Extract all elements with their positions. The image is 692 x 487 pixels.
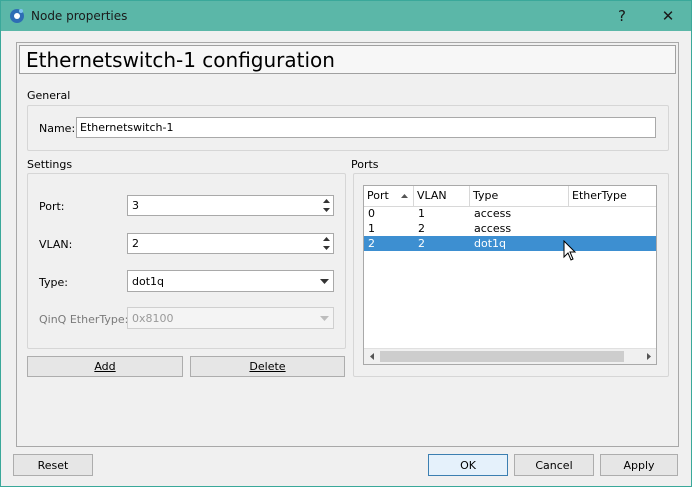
apply-button-label: Apply <box>623 458 655 472</box>
type-combobox[interactable]: dot1q <box>127 270 334 292</box>
general-group-label: General <box>27 89 71 102</box>
ports-table-header: Port VLAN Type EtherType <box>364 186 656 207</box>
apply-button[interactable]: Apply <box>600 454 678 476</box>
column-header-ethertype[interactable]: EtherType <box>569 186 656 206</box>
name-label: Name: <box>39 122 76 135</box>
close-button[interactable]: ✕ <box>645 1 691 31</box>
column-header-label: EtherType <box>572 189 627 202</box>
arrow-right-icon <box>646 353 651 360</box>
chevron-down-icon <box>320 316 329 321</box>
column-header-label: Port <box>367 189 389 202</box>
table-row-selected[interactable]: 2 2 dot1q <box>364 236 656 251</box>
cell-vlan: 2 <box>418 237 425 250</box>
column-header-type[interactable]: Type <box>470 186 569 206</box>
cell-ethertype <box>569 206 573 221</box>
port-increment-button[interactable] <box>320 197 332 205</box>
scrollbar-thumb[interactable] <box>380 351 624 362</box>
column-header-vlan[interactable]: VLAN <box>414 186 470 206</box>
page-title: Ethernetswitch-1 configuration <box>26 48 335 72</box>
column-header-label: VLAN <box>417 189 447 202</box>
arrow-up-icon <box>322 237 330 241</box>
port-decrement-button[interactable] <box>320 206 332 214</box>
cell-type: dot1q <box>474 237 507 250</box>
node-properties-dialog: Node properties ? ✕ Ethernetswitch-1 con… <box>0 0 692 487</box>
ok-button-label: OK <box>460 458 476 472</box>
vlan-decrement-button[interactable] <box>320 244 332 252</box>
table-row[interactable]: 0 1 access <box>364 206 656 221</box>
title-bar[interactable]: Node properties ? ✕ <box>1 1 691 31</box>
close-icon: ✕ <box>661 7 675 25</box>
sort-ascending-icon <box>401 194 408 198</box>
help-icon: ? <box>618 7 626 25</box>
type-label: Type: <box>39 276 68 289</box>
port-label: Port: <box>39 200 65 213</box>
cell-vlan: 2 <box>418 222 425 235</box>
arrow-left-icon <box>369 353 374 360</box>
arrow-down-icon <box>322 246 330 250</box>
delete-button-label: Delete <box>249 360 286 373</box>
vlan-spinbox[interactable]: 2 <box>127 233 334 254</box>
cell-ethertype <box>569 221 573 236</box>
ok-button[interactable]: OK <box>428 454 508 476</box>
vlan-increment-button[interactable] <box>320 235 332 243</box>
port-value: 3 <box>132 199 139 212</box>
app-icon <box>10 9 24 23</box>
reset-button[interactable]: Reset <box>13 454 93 476</box>
port-spinbox[interactable]: 3 <box>127 195 334 216</box>
arrow-down-icon <box>322 208 330 212</box>
window-title: Node properties <box>31 9 128 23</box>
table-row[interactable]: 1 2 access <box>364 221 656 236</box>
scroll-left-button[interactable] <box>364 349 379 364</box>
cell-port: 1 <box>368 222 375 235</box>
mouse-cursor-icon <box>563 240 577 261</box>
horizontal-scrollbar[interactable] <box>364 348 656 364</box>
name-input[interactable] <box>76 117 656 138</box>
scroll-right-button[interactable] <box>641 349 656 364</box>
ports-table[interactable]: Port VLAN Type EtherType 0 1 access 1 2 … <box>363 185 657 365</box>
config-header: Ethernetswitch-1 configuration <box>19 45 676 74</box>
vlan-value: 2 <box>132 237 139 250</box>
cancel-button-label: Cancel <box>535 458 573 472</box>
cell-type: access <box>474 207 512 220</box>
type-value: dot1q <box>132 275 165 288</box>
ports-group-label: Ports <box>351 158 379 171</box>
column-header-port[interactable]: Port <box>364 186 414 206</box>
vlan-label: VLAN: <box>39 238 73 251</box>
cell-port: 2 <box>368 237 375 250</box>
cell-type: access <box>474 222 512 235</box>
cell-port: 0 <box>368 207 375 220</box>
column-header-label: Type <box>473 189 499 202</box>
cell-vlan: 1 <box>418 207 425 220</box>
qinq-ethertype-label: QinQ EtherType: <box>39 313 129 326</box>
qinq-ethertype-combobox: 0x8100 <box>127 307 334 329</box>
help-button[interactable]: ? <box>599 1 645 31</box>
cancel-button[interactable]: Cancel <box>514 454 594 476</box>
settings-group-label: Settings <box>27 158 73 171</box>
add-button[interactable]: Add <box>27 356 183 377</box>
arrow-up-icon <box>322 199 330 203</box>
chevron-down-icon <box>320 279 329 284</box>
add-button-label: Add <box>94 360 116 373</box>
reset-button-label: Reset <box>37 458 69 472</box>
delete-button[interactable]: Delete <box>190 356 345 377</box>
qinq-ethertype-value: 0x8100 <box>132 312 174 325</box>
